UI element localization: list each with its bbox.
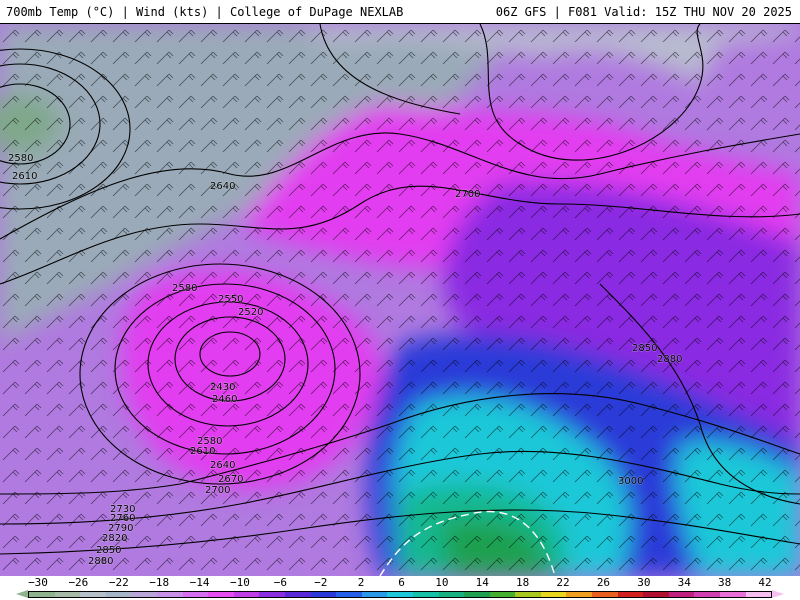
color-bar-segment <box>310 592 337 597</box>
contour-label: 2610 <box>12 171 37 182</box>
color-bar-segment <box>412 592 439 597</box>
color-bar-segment <box>540 592 567 597</box>
color-bar-segment <box>131 592 157 597</box>
contour-label: 2520 <box>238 307 263 318</box>
color-bar-segment <box>208 592 234 597</box>
contour-label: 2430 <box>210 382 235 393</box>
temperature-field: 2580 2610 2640 2700 2580 2550 2520 2430 … <box>0 24 800 576</box>
color-bar-segment <box>80 592 106 597</box>
color-bar-segment <box>694 592 721 597</box>
contour-label: 2820 <box>102 533 127 544</box>
scale-tick-label: 18 <box>516 576 530 589</box>
scale-tick-label: 26 <box>596 576 611 589</box>
scale-tick-label: 22 <box>556 576 570 589</box>
contour-label: 2700 <box>455 189 480 200</box>
scale-tick-label: 2 <box>357 576 365 589</box>
contour-label: 2610 <box>190 446 215 457</box>
contour-label: 2880 <box>657 354 682 365</box>
color-bar-segment <box>438 592 465 597</box>
contour-label: 2640 <box>210 460 235 471</box>
scale-tick-label: 6 <box>398 576 405 589</box>
temperature-color-scale: −30 −26 −22 −18 −14 −10 −6 −2 2 6 10 14 18 22 26 30 34 38… <box>0 576 800 600</box>
color-bar-segment <box>720 592 746 597</box>
color-bar-segment <box>259 592 285 597</box>
contour-label: 2550 <box>218 294 243 305</box>
model-valid-time: 06Z GFS | F081 Valid: 15Z THU NOV 20 202… <box>495 5 792 19</box>
color-bar-segment <box>156 592 183 597</box>
color-bar-segment <box>489 592 516 597</box>
map-header: 700mb Temp (°C) | Wind (kts) | College o… <box>0 0 800 24</box>
color-bar-segment <box>668 592 695 597</box>
scale-tick-label: −30 <box>28 576 48 589</box>
color-bar-segment <box>387 592 413 597</box>
scale-tick-label: −6 <box>273 576 287 589</box>
scale-max-arrow-icon <box>772 590 784 598</box>
contour-label: 2880 <box>88 556 113 567</box>
scale-tick-label: −10 <box>230 576 250 589</box>
scale-tick-label: 30 <box>637 576 651 589</box>
color-bar-segment <box>515 592 541 597</box>
scale-tick-label: −26 <box>68 576 89 589</box>
map-title: 700mb Temp (°C) | Wind (kts) | College o… <box>6 5 404 19</box>
scale-tick-label: −14 <box>189 576 210 589</box>
scale-min-arrow-icon <box>16 590 28 598</box>
scale-tick-label: 38 <box>717 576 732 589</box>
color-bar-segment <box>336 592 362 597</box>
contour-label: 2700 <box>205 485 230 496</box>
color-bar-segment <box>566 592 593 597</box>
scale-tick-label: 10 <box>435 576 449 589</box>
color-bar-segment <box>592 592 618 597</box>
color-bar-segment <box>105 592 132 597</box>
color-bar-segment <box>182 592 209 597</box>
contour-label: 2580 <box>8 153 33 164</box>
contour-label: 2670 <box>218 474 243 485</box>
contour-label: 3000 <box>618 476 643 487</box>
color-bar-segment <box>464 592 490 597</box>
color-bar-segment <box>29 592 55 597</box>
contour-label: 2850 <box>96 545 121 556</box>
color-bar-segment <box>233 592 260 597</box>
color-bar-segment <box>361 592 388 597</box>
scale-tick-label: 34 <box>677 576 691 589</box>
contour-label: 2580 <box>172 283 197 294</box>
color-bar-segment <box>617 592 644 597</box>
scale-tick-label: 14 <box>475 576 489 589</box>
contour-label: 2640 <box>210 181 235 192</box>
scale-tick-label: −22 <box>108 576 129 589</box>
color-bar-segment <box>745 592 772 597</box>
color-bar <box>28 591 772 598</box>
scale-tick-label: −2 <box>314 576 328 589</box>
contour-label: 2850 <box>632 343 657 354</box>
contour-label: 2460 <box>212 394 237 405</box>
scale-tick-label: −18 <box>149 576 170 589</box>
color-bar-segment <box>54 592 81 597</box>
scale-tick-label: 42 <box>758 576 772 589</box>
weather-map[interactable]: 2580 2610 2640 2700 2580 2550 2520 2430 … <box>0 24 800 576</box>
wind-barbs <box>0 24 800 576</box>
color-bar-segment <box>643 592 669 597</box>
color-bar-segment <box>284 592 311 597</box>
